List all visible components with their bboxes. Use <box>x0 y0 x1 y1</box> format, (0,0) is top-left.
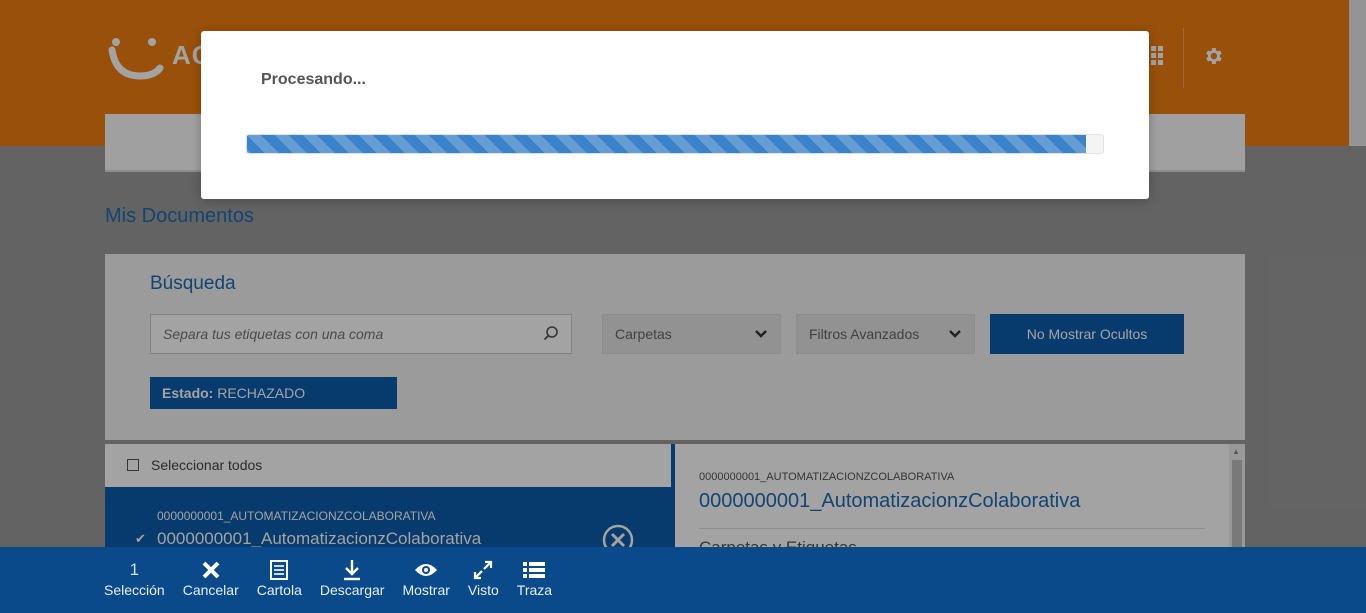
document-list-icon <box>270 560 289 580</box>
cancel-button[interactable]: Cancelar <box>183 547 239 613</box>
bottom-toolbar: 1 Selección Cancelar Cartola Descargar M… <box>0 547 1366 613</box>
seen-label: Visto <box>467 582 499 598</box>
eye-icon <box>415 564 438 576</box>
progress-bar <box>246 134 1104 154</box>
cartola-button[interactable]: Cartola <box>257 547 302 613</box>
selection-counter[interactable]: 1 Selección <box>104 547 165 613</box>
cancel-label: Cancelar <box>182 582 239 598</box>
processing-modal: Procesando... <box>201 31 1149 199</box>
expand-icon <box>474 560 493 580</box>
seen-button[interactable]: Visto <box>468 547 499 613</box>
close-icon <box>202 561 220 579</box>
modal-title: Procesando... <box>261 71 366 88</box>
download-button[interactable]: Descargar <box>319 547 385 613</box>
list-icon <box>523 562 546 578</box>
trace-label: Traza <box>516 582 553 598</box>
cartola-label: Cartola <box>256 582 302 598</box>
download-label: Descargar <box>319 582 385 598</box>
selection-count: 1 <box>129 560 140 579</box>
selection-label: Selección <box>104 582 165 598</box>
show-label: Mostrar <box>402 582 450 598</box>
trace-button[interactable]: Traza <box>517 547 552 613</box>
progress-fill <box>247 135 1086 153</box>
download-icon <box>344 560 361 581</box>
show-button[interactable]: Mostrar <box>402 547 450 613</box>
